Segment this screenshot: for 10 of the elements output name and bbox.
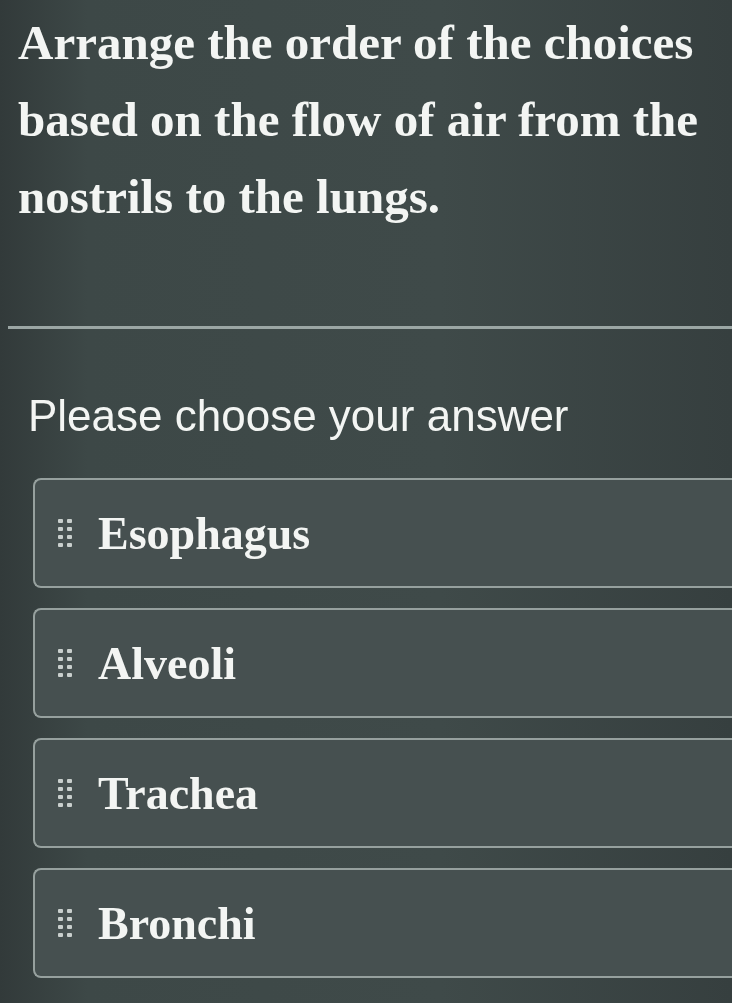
drag-handle-icon[interactable]	[58, 649, 72, 677]
answer-prompt: Please choose your answer	[28, 390, 570, 442]
choice-card[interactable]: Bronchi	[33, 868, 732, 978]
choice-card[interactable]: Esophagus	[33, 478, 732, 588]
choice-card[interactable]: Alveoli	[33, 608, 732, 718]
drag-handle-icon[interactable]	[58, 519, 72, 547]
drag-handle-icon[interactable]	[58, 909, 72, 937]
choice-card[interactable]: Trachea	[33, 738, 732, 848]
question-text: Arrange the order of the choices based on the flow of air from the nostrils to the lungs.	[17, 14, 700, 226]
drag-handle-icon[interactable]	[58, 779, 72, 807]
